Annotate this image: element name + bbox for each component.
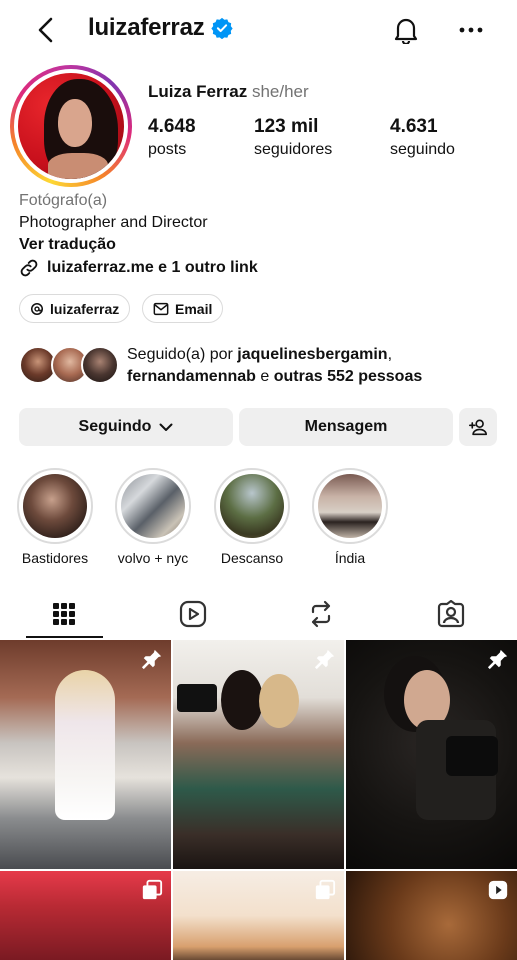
back-button[interactable] xyxy=(30,14,62,46)
followed-by-user-2: fernandamennab xyxy=(127,368,256,385)
stat-following-value: 4.631 xyxy=(390,116,438,137)
email-chip-label: Email xyxy=(175,300,213,317)
profile-tabs xyxy=(0,590,517,638)
link-icon xyxy=(20,259,38,277)
profile-link[interactable]: luizaferraz.me e 1 outro link xyxy=(19,258,258,278)
posts-grid xyxy=(0,640,517,960)
more-horizontal-icon xyxy=(459,27,483,33)
profile-avatar-story-ring[interactable] xyxy=(10,65,132,187)
highlight-label: volvo + nyc xyxy=(117,550,189,566)
highlight-descanso[interactable]: Descanso xyxy=(213,468,291,566)
followed-by-prefix: Seguido(a) por xyxy=(127,346,238,363)
highlight-label: Bastidores xyxy=(21,550,89,566)
more-options-button[interactable] xyxy=(455,14,487,46)
followed-by-text[interactable]: Seguido(a) por jaquelinesbergamin, ferna… xyxy=(127,344,507,388)
followed-by-user-1: jaquelinesbergamin xyxy=(237,346,388,363)
notifications-button[interactable] xyxy=(390,14,422,46)
verified-badge-icon xyxy=(210,17,233,39)
post-thumbnail[interactable] xyxy=(346,871,517,960)
tab-tagged[interactable] xyxy=(411,590,491,638)
highlight-cover-image xyxy=(318,474,382,538)
active-tab-indicator xyxy=(26,636,103,638)
threads-chip[interactable]: luizaferraz xyxy=(19,294,131,323)
mutual-avatar xyxy=(81,346,119,384)
add-user-icon xyxy=(469,419,487,436)
highlight-cover-image xyxy=(23,474,87,538)
username-text: luizaferraz xyxy=(88,14,205,41)
chevron-left-icon xyxy=(38,17,53,43)
tab-reposts[interactable] xyxy=(281,590,361,638)
chevron-down-icon xyxy=(159,423,173,431)
full-name: Luiza Ferraz xyxy=(148,82,248,101)
following-button-label: Seguindo xyxy=(78,418,152,435)
message-button[interactable]: Mensagem xyxy=(239,408,453,446)
followed-by-others: outras 552 pessoas xyxy=(273,368,423,385)
profile-bio: Photographer and Director xyxy=(19,214,208,231)
highlight-india[interactable]: Índia xyxy=(311,468,389,566)
stat-posts-value: 4.648 xyxy=(148,116,196,137)
pin-icon xyxy=(141,649,162,670)
followed-by-sep: , xyxy=(387,346,393,363)
pin-icon xyxy=(487,649,508,670)
profile-category: Fotógrafo(a) xyxy=(19,192,108,209)
tab-posts-grid[interactable] xyxy=(24,590,104,638)
tagged-icon xyxy=(437,600,465,628)
post-thumbnail[interactable] xyxy=(346,640,517,869)
profile-link-text: luizaferraz.me e 1 outro link xyxy=(47,259,258,276)
stat-posts[interactable]: 4.648 posts xyxy=(148,116,196,159)
post-thumbnail[interactable] xyxy=(173,640,344,869)
highlight-volvo-nyc[interactable]: volvo + nyc xyxy=(114,468,192,566)
see-translation-link[interactable]: Ver tradução xyxy=(19,236,116,254)
post-thumbnail[interactable] xyxy=(0,640,171,869)
avatar xyxy=(18,73,124,179)
stat-following[interactable]: 4.631 seguindo xyxy=(390,116,455,159)
grid-icon xyxy=(53,603,75,625)
reposts-icon xyxy=(311,600,331,628)
post-thumbnail[interactable] xyxy=(173,871,344,960)
carousel-icon xyxy=(142,879,163,900)
highlight-bastidores[interactable]: Bastidores xyxy=(16,468,94,566)
highlight-cover-image xyxy=(121,474,185,538)
top-bar: luizaferraz xyxy=(0,0,517,62)
profile-full-name: Luiza Ferraz she/her xyxy=(148,82,309,102)
carousel-icon xyxy=(315,879,336,900)
highlight-label: Descanso xyxy=(220,550,284,566)
threads-icon xyxy=(30,302,44,315)
stat-following-label: seguindo xyxy=(390,141,455,158)
message-button-label: Mensagem xyxy=(304,418,388,435)
email-chip[interactable]: Email xyxy=(142,294,224,323)
stat-followers[interactable]: 123 mil seguidores xyxy=(254,116,332,159)
threads-chip-label: luizaferraz xyxy=(50,300,120,317)
profile-username-header: luizaferraz xyxy=(88,14,233,42)
followed-by-middle: e xyxy=(255,368,274,385)
following-button[interactable]: Seguindo xyxy=(19,408,233,446)
mutual-followers-avatars[interactable] xyxy=(19,346,119,386)
mail-icon xyxy=(153,302,169,315)
tab-reels[interactable] xyxy=(153,590,233,638)
stat-followers-value: 123 mil xyxy=(254,116,319,137)
pin-icon xyxy=(314,649,335,670)
reels-icon xyxy=(179,600,207,628)
highlight-cover-image xyxy=(220,474,284,538)
bell-icon xyxy=(394,18,418,44)
reel-icon xyxy=(488,880,508,900)
pronouns: she/her xyxy=(251,82,309,101)
highlight-label: Índia xyxy=(334,550,366,566)
stat-posts-label: posts xyxy=(148,141,187,158)
suggested-users-button[interactable] xyxy=(459,408,497,446)
stat-followers-label: seguidores xyxy=(254,141,333,158)
post-thumbnail[interactable] xyxy=(0,871,171,960)
